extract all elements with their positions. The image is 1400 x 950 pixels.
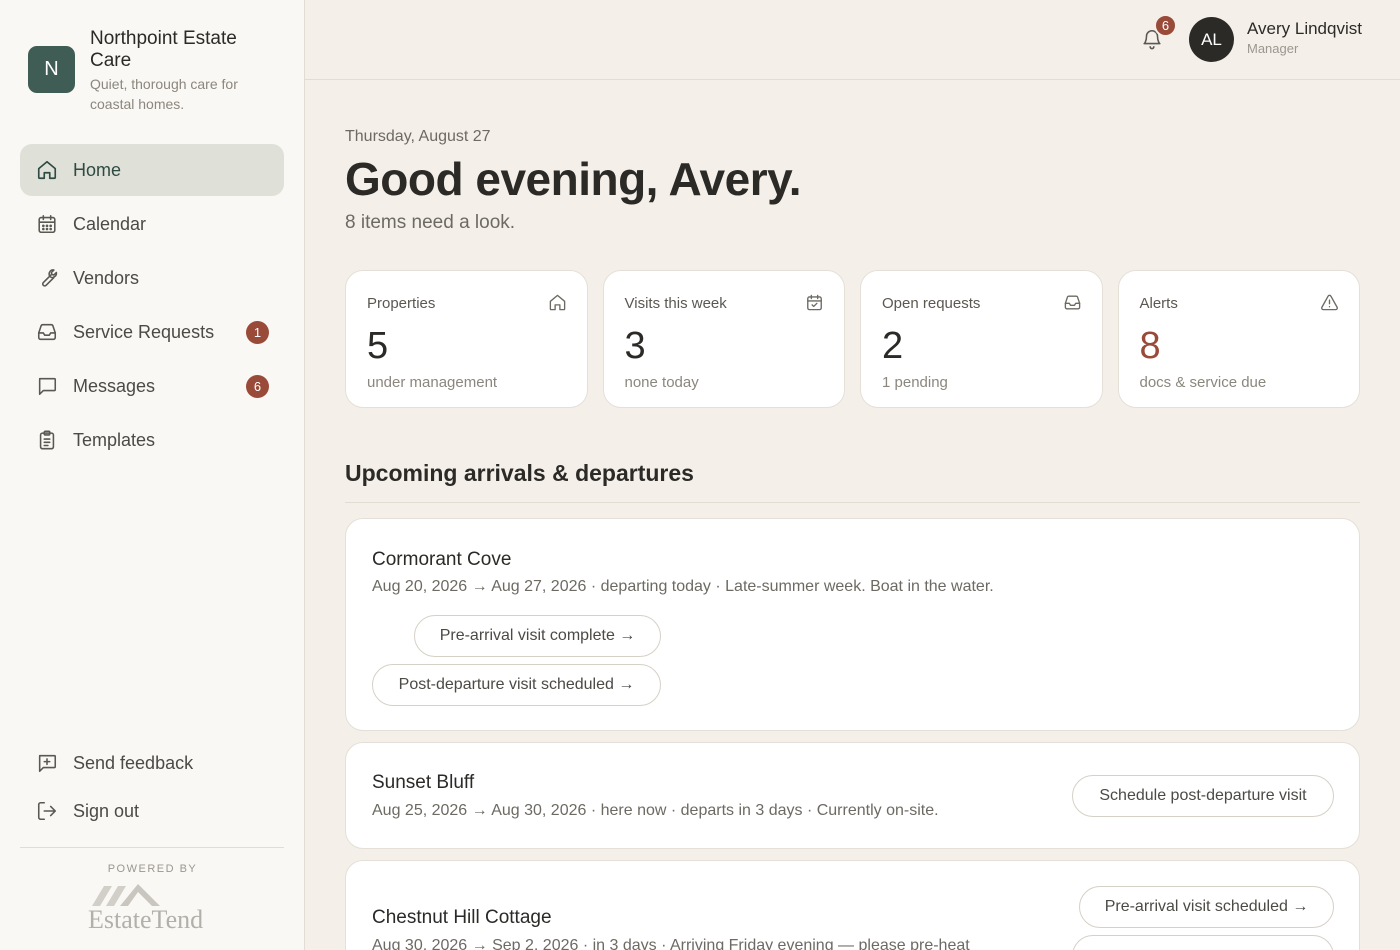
user-role: Manager: [1247, 41, 1299, 56]
sidebar-item-label: Calendar: [73, 213, 147, 234]
sidebar-item-vendors[interactable]: Vendors: [20, 252, 284, 304]
home-icon: [36, 159, 58, 181]
notification-badge: 6: [1154, 14, 1177, 37]
feedback-icon: [36, 752, 58, 774]
stat-value: 2: [882, 325, 904, 367]
sidebar-item-label: Home: [73, 159, 122, 180]
message-icon: [36, 375, 58, 397]
sidebar-item-label: Vendors: [73, 267, 140, 288]
sidebar-item-label: Messages: [73, 375, 156, 396]
sidebar-item-messages[interactable]: Messages 6: [20, 360, 284, 412]
stat-label: Properties: [367, 295, 436, 312]
stay-details: Aug 25, 2026 → Aug 30, 2026 · here now ·…: [372, 802, 939, 819]
stat-subtext: 1 pending: [882, 374, 948, 391]
send-feedback-label: Send feedback: [73, 752, 194, 773]
stat-subtext: under management: [367, 374, 498, 391]
stat-value: 3: [624, 325, 646, 367]
stay-details: Aug 30, 2026 → Sep 2, 2026 · in 3 days ·…: [372, 937, 970, 950]
calendar-icon: [36, 213, 58, 235]
wrench-icon: [36, 267, 58, 289]
estatetend-wordmark: EstateTend: [88, 905, 204, 934]
sidebar-divider: [20, 847, 284, 848]
brand-logo: N: [28, 46, 75, 93]
stat-subtext: docs & service due: [1139, 374, 1267, 391]
sidebar-item-label: Templates: [73, 429, 156, 450]
post-departure-visit-button[interactable]: Post-departure visit scheduled →: [372, 664, 661, 706]
brand[interactable]: N Northpoint Estate Care Quiet, thorough…: [28, 28, 270, 114]
stat-label: Alerts: [1139, 295, 1178, 312]
service-requests-badge: 1: [246, 321, 269, 344]
calendar-check-icon: [807, 294, 822, 311]
attention-summary: 8 items need a look.: [345, 212, 516, 233]
property-name[interactable]: Sunset Bluff: [372, 772, 474, 794]
user-name[interactable]: Avery Lindqvist: [1247, 19, 1362, 39]
warning-icon: [1321, 294, 1338, 311]
stat-value: 8: [1139, 325, 1161, 367]
sign-out-icon: [36, 800, 58, 822]
schedule-post-departure-button[interactable]: Schedule post-departure visit: [1072, 775, 1334, 817]
stats-row: Properties 5 under management Visits thi…: [345, 270, 1360, 408]
secondary-action-button[interactable]: [1072, 935, 1334, 950]
powered-by-label: POWERED BY: [107, 863, 198, 875]
arrival-card: Cormorant Cove Aug 20, 2026 → Aug 27, 20…: [345, 518, 1360, 731]
sidebar-bottom-nav: Send feedback Sign out: [20, 740, 284, 836]
sidebar-item-calendar[interactable]: Calendar: [20, 198, 284, 250]
property-name[interactable]: Chestnut Hill Cottage: [372, 907, 552, 929]
sidebar-item-label: Service Requests: [73, 321, 215, 342]
stat-label: Open requests: [882, 295, 981, 312]
sidebar-item-home[interactable]: Home: [20, 144, 284, 196]
stat-value: 5: [367, 325, 389, 367]
sidebar-item-templates[interactable]: Templates: [20, 414, 284, 466]
pre-arrival-visit-button[interactable]: Pre-arrival visit complete →: [414, 615, 661, 657]
topbar: 6 AL Avery Lindqvist Manager: [305, 0, 1400, 80]
page-title: Good evening, Avery.: [345, 153, 802, 205]
sidebar-item-service-requests[interactable]: Service Requests 1: [20, 306, 284, 358]
stat-card-visits[interactable]: Visits this week 3 none today: [602, 270, 845, 408]
brand-name: Northpoint Estate Care: [90, 28, 237, 71]
property-name[interactable]: Cormorant Cove: [372, 549, 511, 571]
avatar[interactable]: AL: [1189, 17, 1234, 62]
stat-label: Visits this week: [624, 295, 727, 312]
stay-details: Aug 20, 2026 → Aug 27, 2026 · departing …: [372, 578, 994, 595]
sidebar: N Northpoint Estate Care Quiet, thorough…: [0, 0, 305, 950]
sign-out-button[interactable]: Sign out: [20, 788, 284, 834]
stat-card-open-requests[interactable]: Open requests 2 1 pending: [860, 270, 1103, 408]
stat-card-alerts[interactable]: Alerts 8 docs & service due: [1117, 270, 1360, 408]
stat-subtext: none today: [624, 374, 699, 391]
arrival-card: Chestnut Hill Cottage Aug 30, 2026 → Sep…: [345, 860, 1360, 950]
clipboard-icon: [36, 429, 58, 451]
send-feedback-button[interactable]: Send feedback: [20, 740, 284, 786]
sign-out-label: Sign out: [73, 800, 140, 821]
inbox-icon: [36, 321, 58, 343]
home-icon: [549, 294, 565, 311]
section-title: Upcoming arrivals & departures: [345, 460, 694, 486]
messages-badge: 6: [246, 375, 269, 398]
current-date: Thursday, August 27: [345, 128, 491, 145]
pre-arrival-visit-button[interactable]: Pre-arrival visit scheduled →: [1079, 886, 1334, 928]
main-nav: Home Calendar Vendors Service Requests 1: [20, 144, 284, 468]
inbox-icon: [1064, 295, 1080, 310]
brand-tagline: Quiet, thorough care for coastal homes.: [90, 76, 238, 112]
stat-card-properties[interactable]: Properties 5 under management: [345, 270, 588, 408]
section-divider: [345, 502, 1360, 503]
arrival-card: Sunset Bluff Aug 25, 2026 → Aug 30, 2026…: [345, 742, 1360, 849]
